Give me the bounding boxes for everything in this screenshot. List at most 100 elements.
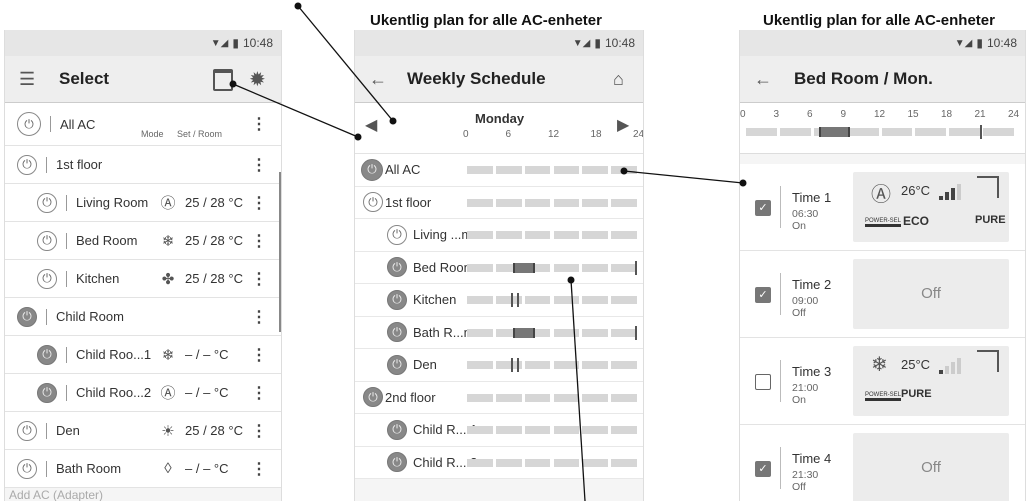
- list-item-label: Bath Room: [56, 461, 122, 476]
- power-icon[interactable]: ⏻: [387, 289, 407, 310]
- power-icon[interactable]: ⏻: [17, 306, 37, 327]
- power-icon[interactable]: ⏻: [37, 268, 57, 289]
- list-item-all-ac[interactable]: ⏻ All AC Mode Set / Room ⋮: [5, 103, 281, 146]
- power-icon[interactable]: ⏻: [363, 387, 383, 408]
- day-schedule-bar[interactable]: [467, 293, 637, 307]
- schedule-row[interactable]: ⏻ Child R... 2: [355, 446, 643, 479]
- schedule-row[interactable]: ⏻ 2nd floor: [355, 381, 643, 414]
- schedule-row[interactable]: ⏻ Bed Room: [355, 251, 643, 284]
- power-icon[interactable]: ⏻: [37, 230, 57, 251]
- timer-settings-card[interactable]: Off: [853, 259, 1009, 329]
- timer-checkbox[interactable]: ✓: [755, 287, 771, 303]
- fan-level-bar: [945, 192, 949, 200]
- power-icon[interactable]: ⏻: [37, 382, 57, 403]
- timer-state: Off: [792, 307, 806, 319]
- schedule-row[interactable]: ⏻ Bath R...m: [355, 316, 643, 349]
- timer-row[interactable]: ✓ Time 1 06:30 On Ⓐ 26°C POWER-SEL ECO PURE: [740, 164, 1025, 251]
- day-schedule-bar[interactable]: [467, 393, 637, 402]
- more-icon[interactable]: ⋮: [251, 231, 267, 251]
- list-item[interactable]: ⏻ Child Room ⋮: [5, 298, 281, 336]
- more-icon[interactable]: ⋮: [251, 383, 267, 403]
- cool-mode-icon: ❄: [161, 346, 175, 364]
- list-item[interactable]: ⏻ Bed Room ❄ 25 / 28 °C ⋮: [5, 222, 281, 260]
- power-icon[interactable]: ⏻: [361, 158, 383, 181]
- timer-settings-card[interactable]: Ⓐ 26°C POWER-SEL ECO PURE: [853, 172, 1009, 242]
- power-icon[interactable]: ⏻: [17, 112, 41, 136]
- more-icon[interactable]: ⋮: [251, 345, 267, 365]
- power-icon[interactable]: ⏻: [387, 322, 407, 343]
- weekly-schedule-screen: ▼◢ ▮ 10:48 ← Weekly Schedule ⌂ ◀ Monday …: [354, 30, 644, 501]
- power-icon[interactable]: ⏻: [37, 192, 57, 213]
- list-item[interactable]: ⏻ Child Roo...2 Ⓐ – / – °C ⋮: [5, 374, 281, 412]
- timer-checkbox[interactable]: [755, 374, 771, 390]
- power-icon[interactable]: ⏻: [17, 154, 37, 175]
- timer-settings-card[interactable]: Off: [853, 433, 1009, 501]
- schedule-row[interactable]: ⏻ 1st floor: [355, 186, 643, 219]
- day-schedule-bar[interactable]: [467, 426, 637, 434]
- list-item[interactable]: ⏻ Den ☀ 25 / 28 °C ⋮: [5, 412, 281, 450]
- schedule-row[interactable]: ⏻ Kitchen: [355, 284, 643, 317]
- back-arrow-icon[interactable]: ←: [754, 69, 772, 90]
- day-schedule-bar[interactable]: [467, 458, 637, 467]
- timeline-segment: [582, 231, 609, 239]
- power-icon[interactable]: ⏻: [387, 257, 407, 278]
- list-icon[interactable]: ☰: [19, 69, 35, 90]
- power-icon[interactable]: ⏻: [17, 458, 37, 479]
- list-item[interactable]: ⏻ Kitchen ✤ 25 / 28 °C ⋮: [5, 260, 281, 298]
- more-icon[interactable]: ⋮: [251, 155, 267, 175]
- power-icon[interactable]: ⏻: [387, 419, 407, 440]
- timeline-bar: [746, 125, 1014, 139]
- timeline-segment: [467, 231, 493, 239]
- more-icon[interactable]: ⋮: [251, 269, 267, 289]
- day-schedule-bar[interactable]: [467, 166, 637, 174]
- day-schedule-bar[interactable]: [467, 358, 637, 372]
- timer-row[interactable]: ✓ Time 4 21:30 Off Off: [740, 425, 1025, 501]
- schedule-timer-mark: [517, 293, 519, 307]
- schedule-row-label: Living ...m: [413, 227, 473, 243]
- day-schedule-bar[interactable]: [467, 198, 637, 207]
- schedule-row[interactable]: ⏻ Child R... 1: [355, 414, 643, 447]
- day-schedule-bar[interactable]: [467, 260, 638, 275]
- back-arrow-icon[interactable]: ←: [369, 69, 387, 90]
- list-item[interactable]: ⏻ Child Roo...1 ❄ – / – °C ⋮: [5, 336, 281, 374]
- timer-time-state: 09:00 Off: [792, 295, 818, 319]
- more-icon[interactable]: ⋮: [251, 193, 267, 213]
- power-icon[interactable]: ⏻: [387, 452, 407, 473]
- power-icon[interactable]: ⏻: [387, 224, 407, 245]
- off-label: Off: [921, 285, 941, 302]
- timer-row[interactable]: ✓ Time 2 09:00 Off Off: [740, 251, 1025, 338]
- add-ac-link[interactable]: Add AC (Adapter): [9, 488, 103, 501]
- calendar-schedule-icon[interactable]: [213, 69, 233, 91]
- scrollbar[interactable]: [279, 172, 281, 332]
- power-icon[interactable]: ⏻: [17, 420, 37, 441]
- power-icon[interactable]: ⏻: [387, 354, 407, 375]
- schedule-row-label: Kitchen: [413, 292, 457, 308]
- timer-checkbox[interactable]: ✓: [755, 200, 771, 216]
- home-icon[interactable]: ⌂: [613, 69, 624, 90]
- list-item[interactable]: ⏻ 1st floor ⋮: [5, 146, 281, 184]
- schedule-row[interactable]: ⏻ All AC: [355, 154, 643, 187]
- list-item[interactable]: ⏻ Living Room Ⓐ 25 / 28 °C ⋮: [5, 184, 281, 222]
- day-schedule-bar[interactable]: [467, 231, 637, 239]
- next-day-arrow-icon[interactable]: ▶: [617, 115, 629, 135]
- power-icon[interactable]: ⏻: [363, 192, 383, 213]
- timeline-segment: [983, 128, 1014, 136]
- gear-icon[interactable]: ✹: [249, 67, 266, 92]
- timer-checkbox[interactable]: ✓: [755, 461, 771, 477]
- more-icon[interactable]: ⋮: [251, 307, 267, 327]
- timer-settings-card[interactable]: ❄ 25°C POWER-SEL PURE: [853, 346, 1009, 416]
- more-icon[interactable]: ⋮: [251, 114, 267, 134]
- previous-day-arrow-icon[interactable]: ◀: [365, 115, 377, 135]
- schedule-row[interactable]: ⏻ Living ...m: [355, 219, 643, 252]
- list-item[interactable]: ⏻ Bath Room ◊ – / – °C ⋮: [5, 450, 281, 488]
- timeline-segment: [495, 166, 522, 174]
- timer-name: Time 4: [792, 451, 832, 466]
- timer-row[interactable]: Time 3 21:00 On ❄ 25°C POWER-SEL PURE: [740, 338, 1025, 425]
- schedule-row[interactable]: ⏻ Den: [355, 349, 643, 382]
- power-icon[interactable]: ⏻: [37, 344, 57, 365]
- more-icon[interactable]: ⋮: [251, 421, 267, 441]
- day-schedule-bar[interactable]: [467, 325, 638, 340]
- fan-mode-icon: ✤: [161, 270, 175, 288]
- more-icon[interactable]: ⋮: [251, 459, 267, 479]
- timeline-segment: [553, 231, 580, 239]
